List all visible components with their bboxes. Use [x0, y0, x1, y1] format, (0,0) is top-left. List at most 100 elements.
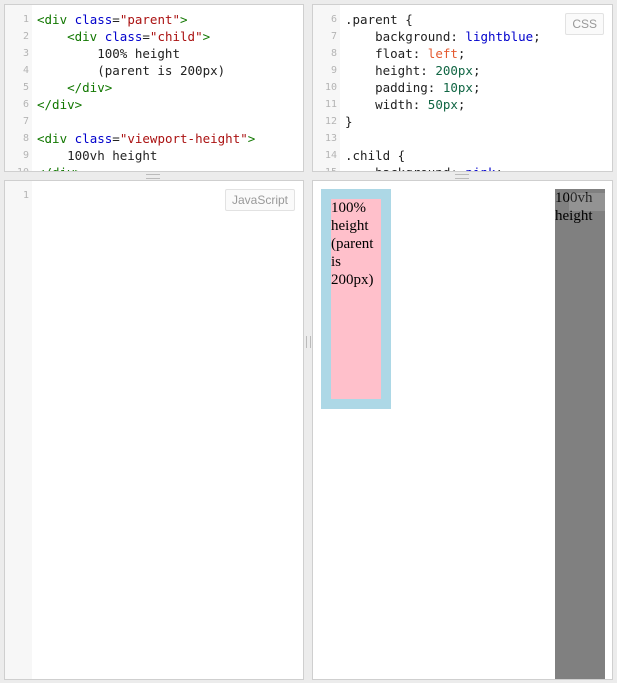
- code-token: 100% height: [37, 46, 180, 61]
- line-number: 6: [22, 99, 29, 110]
- code-token: ;: [472, 80, 481, 95]
- line-number: 6: [330, 14, 337, 25]
- code-line[interactable]: 6 </div>: [5, 96, 303, 113]
- line-number: 15: [313, 164, 345, 171]
- code-token: left: [427, 46, 458, 61]
- result-pane[interactable]: 100% height (parent is 200px) 100vh heig…: [312, 180, 613, 680]
- code-line[interactable]: 4 (parent is 200px): [5, 62, 303, 79]
- code-token: height:: [345, 63, 436, 78]
- javascript-pane-label: JavaScript: [224, 189, 295, 211]
- code-token: 200px: [435, 63, 473, 78]
- line-number: 9: [330, 65, 337, 76]
- code-token: .child {: [345, 148, 406, 163]
- code-token: background:: [345, 29, 466, 44]
- code-token: =: [142, 29, 150, 44]
- horizontal-resize-handle-left[interactable]: [146, 174, 160, 179]
- code-token: >: [247, 131, 256, 146]
- code-line[interactable]: 8 float: left;: [313, 45, 612, 62]
- line-number: 12: [324, 116, 337, 127]
- code-line[interactable]: 12}: [313, 113, 612, 130]
- code-token: </div>: [37, 97, 83, 112]
- code-token: ;: [457, 97, 466, 112]
- vertical-resize-handle[interactable]: [306, 336, 311, 348]
- css-editor-pane[interactable]: 6 .parent {7 background: lightblue; 8 floa…: [312, 4, 613, 172]
- code-line[interactable]: 10</div>: [5, 164, 303, 171]
- code-token: (parent is 200px): [37, 63, 226, 78]
- code-line[interactable]: 8 <div class="viewport-height">: [5, 130, 303, 147]
- code-token: lightblue: [465, 29, 534, 44]
- result-viewport-height-box: 100vh height: [555, 189, 609, 679]
- line-number: 14: [324, 150, 337, 161]
- code-token: >: [202, 29, 211, 44]
- code-line[interactable]: 14 .child {: [313, 147, 612, 164]
- code-token: width:: [345, 97, 428, 112]
- code-line[interactable]: 9 height: 200px;: [313, 62, 612, 79]
- line-number: 11: [324, 99, 337, 110]
- horizontal-resize-handle-right[interactable]: [455, 174, 469, 179]
- code-token: ;: [533, 29, 541, 44]
- line-number: 13: [324, 133, 337, 144]
- result-parent-box: 100% height (parent is 200px): [321, 189, 391, 409]
- code-token: </div>: [67, 80, 113, 95]
- code-line[interactable]: 15 background: pink;: [313, 164, 612, 171]
- code-line[interactable]: 7: [5, 113, 303, 130]
- code-token: class: [74, 12, 113, 27]
- child-text-line: 100%: [331, 200, 366, 216]
- child-text-line: is: [331, 254, 342, 270]
- code-token: ;: [457, 46, 466, 61]
- code-token: class: [104, 29, 143, 44]
- line-number: 10: [324, 82, 337, 93]
- code-line[interactable]: 10 padding: 10px;: [313, 79, 612, 96]
- code-token: =: [112, 12, 120, 27]
- child-text-line: height: [331, 218, 369, 234]
- code-token: <div: [37, 131, 75, 146]
- line-number: 8: [22, 133, 29, 144]
- code-token: class: [74, 131, 113, 146]
- line-number-gutter: [5, 181, 32, 679]
- code-line[interactable]: 1 <div class="parent">: [5, 11, 303, 28]
- css-pane-label: CSS: [565, 13, 604, 35]
- line-number: 2: [22, 31, 29, 42]
- javascript-editor-pane[interactable]: 1 JavaScript: [4, 180, 304, 680]
- line-number: 8: [330, 48, 337, 59]
- code-token: 10px: [442, 80, 473, 95]
- code-token: 100vh height: [37, 148, 158, 163]
- code-line[interactable]: 2 <div class="child">: [5, 28, 303, 45]
- code-token: "viewport-height": [119, 131, 248, 146]
- code-token: >: [180, 12, 188, 27]
- code-token: 50px: [427, 97, 458, 112]
- code-token: padding:: [345, 80, 443, 95]
- code-line[interactable]: 3 100% height: [5, 45, 303, 62]
- line-number: 1: [22, 190, 29, 201]
- code-line[interactable]: 5 </div>: [5, 79, 303, 96]
- code-token: }: [345, 114, 353, 129]
- html-code[interactable]: 1 <div class="parent"> 2 <div class="child…: [5, 11, 303, 171]
- code-token: =: [112, 131, 120, 146]
- code-token: "child": [149, 29, 203, 44]
- code-token: <div: [37, 12, 75, 27]
- html-editor-pane[interactable]: 1 <div class="parent"> 2 <div class="child…: [4, 4, 304, 172]
- line-number: 7: [330, 31, 337, 42]
- line-number: 5: [22, 82, 29, 93]
- line-number: 3: [22, 48, 29, 59]
- line-number: 7: [22, 116, 29, 127]
- code-line[interactable]: 11 width: 50px;: [313, 96, 612, 113]
- code-token: ;: [472, 63, 481, 78]
- code-token: background:: [345, 165, 465, 171]
- code-token: ;: [496, 165, 504, 171]
- css-code[interactable]: 6 .parent {7 background: lightblue; 8 floa…: [313, 11, 612, 171]
- line-number: 4: [22, 65, 29, 76]
- code-token: "parent": [119, 12, 181, 27]
- line-number: 10: [5, 164, 37, 171]
- line-number: 9: [22, 150, 29, 161]
- code-token: </div>: [37, 165, 82, 171]
- code-token: float:: [345, 46, 428, 61]
- code-line[interactable]: 9 100vh height: [5, 147, 303, 164]
- code-line[interactable]: 13: [313, 130, 612, 147]
- child-text-line: 200px): [331, 272, 374, 288]
- code-token: <div: [67, 29, 105, 44]
- line-number: 1: [22, 14, 29, 25]
- result-child-box: 100% height (parent is 200px): [331, 199, 381, 399]
